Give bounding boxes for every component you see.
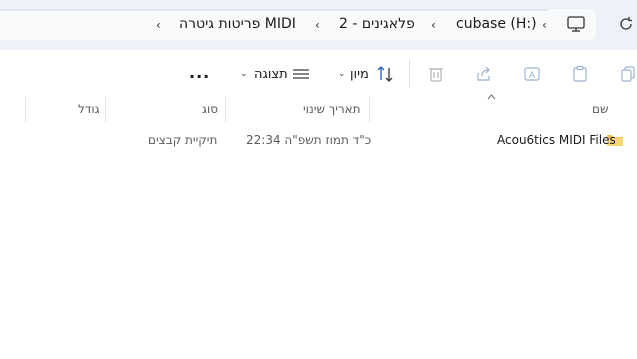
file-name[interactable]: Acou6tics MIDI Files	[497, 133, 616, 147]
column-divider[interactable]	[369, 97, 370, 122]
column-divider[interactable]	[225, 97, 226, 122]
chevron-left-icon[interactable]: ‹	[315, 16, 320, 34]
toolbar-separator	[409, 60, 410, 88]
more-options-button[interactable]: ...	[189, 63, 210, 82]
breadcrumb-item-midi-guitar[interactable]: פריטות גיטרה MIDI	[179, 15, 296, 33]
chevron-down-icon[interactable]: ⌄	[240, 69, 248, 79]
breadcrumb-item-plugins[interactable]: 2 - פלאגינים	[339, 15, 415, 33]
chevron-left-icon[interactable]: ‹	[431, 16, 436, 34]
sort-caret-icon	[487, 94, 496, 100]
breadcrumb-item-cubase[interactable]: cubase (H:)	[456, 15, 537, 33]
chevron-down-icon[interactable]: ⌄	[338, 69, 346, 79]
column-header-name[interactable]: שם	[592, 102, 608, 116]
column-header-type[interactable]: סוג	[202, 102, 218, 116]
delete-icon[interactable]	[427, 65, 445, 83]
column-divider[interactable]	[25, 97, 26, 122]
chevron-left-icon[interactable]: ‹	[156, 16, 161, 34]
file-type: תיקיית קבצים	[148, 133, 218, 147]
command-bar	[0, 50, 637, 96]
copy-icon[interactable]	[619, 65, 637, 83]
this-pc-icon[interactable]	[566, 15, 586, 33]
view-list-icon[interactable]	[292, 65, 310, 83]
column-header-date[interactable]: תאריך שינוי	[303, 102, 361, 116]
rename-icon[interactable]: A	[523, 65, 541, 83]
column-header-size[interactable]: גודל	[78, 102, 100, 116]
sort-arrows-icon[interactable]	[376, 65, 394, 83]
sort-button[interactable]: מיון	[350, 67, 369, 82]
paste-icon[interactable]	[571, 65, 589, 83]
chevron-left-icon[interactable]: ‹	[542, 16, 547, 34]
share-icon[interactable]	[475, 65, 493, 83]
view-button[interactable]: תצוגה	[254, 67, 288, 82]
address-bar-edge	[0, 9, 548, 11]
refresh-icon[interactable]	[618, 16, 634, 32]
file-date-modified: 22:34 כ"ד תמוז תשפ"ה	[246, 133, 372, 147]
svg-text:A: A	[529, 71, 536, 81]
column-divider[interactable]	[105, 97, 106, 122]
